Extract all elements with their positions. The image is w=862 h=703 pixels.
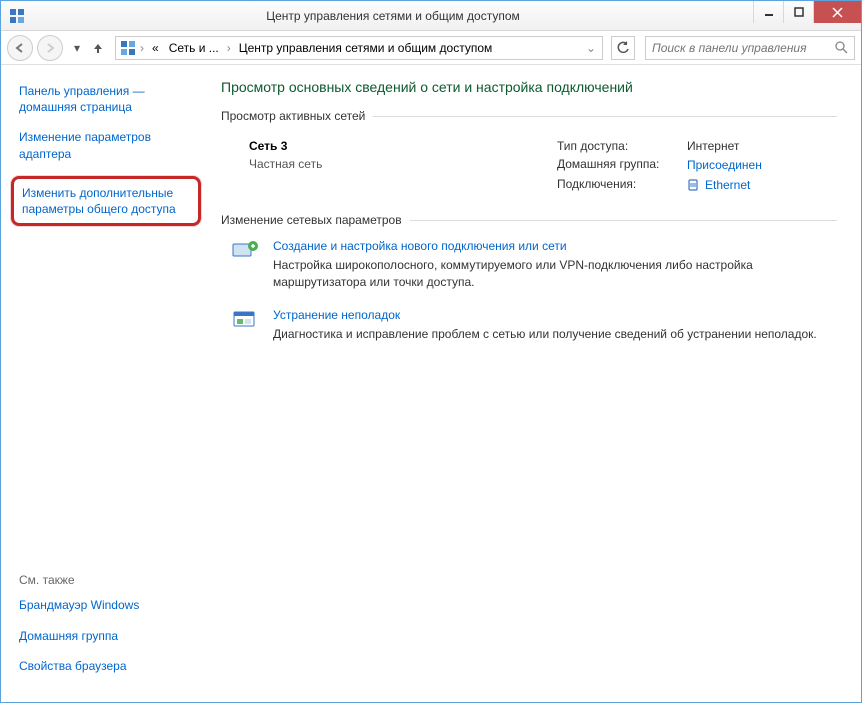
breadcrumb-icon bbox=[120, 40, 136, 56]
sidebar-link-firewall[interactable]: Брандмауэр Windows bbox=[19, 597, 197, 613]
change-settings-header: Изменение сетевых параметров bbox=[221, 213, 837, 227]
body: Панель управления — домашняя страница Из… bbox=[1, 65, 861, 702]
window-controls bbox=[753, 1, 861, 30]
sidebar-link-home[interactable]: Панель управления — домашняя страница bbox=[19, 83, 197, 115]
sidebar: Панель управления — домашняя страница Из… bbox=[1, 65, 211, 702]
troubleshoot-link[interactable]: Устранение неполадок bbox=[273, 308, 817, 322]
divider bbox=[410, 220, 837, 221]
change-list: Создание и настройка нового подключения … bbox=[221, 229, 837, 342]
access-type-value: Интернет bbox=[687, 139, 739, 153]
network-row: Сеть 3 Частная сеть Тип доступа: Интерне… bbox=[221, 125, 837, 207]
troubleshoot-item: Устранение неполадок Диагностика и испра… bbox=[231, 308, 837, 342]
window: Центр управления сетями и общим доступом… bbox=[0, 0, 862, 703]
close-button[interactable] bbox=[813, 1, 861, 23]
connections-label: Подключения: bbox=[557, 177, 687, 193]
sidebar-link-homegroup[interactable]: Домашняя группа bbox=[19, 628, 197, 644]
app-icon bbox=[9, 8, 25, 24]
connection-name: Ethernet bbox=[705, 177, 750, 193]
minimize-button[interactable] bbox=[753, 1, 783, 23]
troubleshoot-desc: Диагностика и исправление проблем с сеть… bbox=[273, 326, 817, 342]
homegroup-label: Домашняя группа: bbox=[557, 157, 687, 173]
refresh-button[interactable] bbox=[611, 36, 635, 60]
chevron-icon: › bbox=[138, 41, 146, 55]
search-input[interactable] bbox=[652, 41, 835, 55]
sidebar-link-advanced-sharing[interactable]: Изменить дополнительные параметры общего… bbox=[11, 176, 201, 226]
up-button[interactable] bbox=[91, 41, 111, 55]
troubleshoot-icon bbox=[231, 308, 259, 332]
setup-connection-item: Создание и настройка нового подключения … bbox=[231, 239, 837, 289]
connection-link[interactable]: Ethernet bbox=[687, 177, 750, 193]
navbar: ▾ › « Сеть и ... › Центр управления сетя… bbox=[1, 31, 861, 65]
history-dropdown[interactable]: ▾ bbox=[67, 41, 87, 55]
maximize-button[interactable] bbox=[783, 1, 813, 23]
network-name: Сеть 3 bbox=[249, 139, 557, 153]
search-box[interactable] bbox=[645, 36, 855, 60]
setup-connection-desc: Настройка широкополосного, коммутируемог… bbox=[273, 257, 837, 289]
search-icon bbox=[835, 41, 848, 54]
breadcrumb-prefix[interactable]: « bbox=[148, 41, 163, 55]
access-type-label: Тип доступа: bbox=[557, 139, 687, 153]
see-also-heading: См. также bbox=[19, 573, 197, 587]
active-networks-label: Просмотр активных сетей bbox=[221, 109, 365, 123]
setup-connection-link[interactable]: Создание и настройка нового подключения … bbox=[273, 239, 837, 253]
see-also: См. также Брандмауэр Windows Домашняя гр… bbox=[19, 573, 197, 688]
network-type: Частная сеть bbox=[249, 157, 557, 171]
content: Просмотр основных сведений о сети и наст… bbox=[211, 65, 861, 702]
breadcrumb-dropdown[interactable]: ⌄ bbox=[584, 41, 598, 55]
titlebar: Центр управления сетями и общим доступом bbox=[1, 1, 861, 31]
sidebar-link-adapter[interactable]: Изменение параметров адаптера bbox=[19, 129, 197, 161]
forward-button[interactable] bbox=[37, 35, 63, 61]
network-identity: Сеть 3 Частная сеть bbox=[249, 139, 557, 197]
network-details: Тип доступа: Интернет Домашняя группа: П… bbox=[557, 139, 837, 197]
ethernet-icon bbox=[687, 178, 699, 192]
back-button[interactable] bbox=[7, 35, 33, 61]
active-networks-header: Просмотр активных сетей bbox=[221, 109, 837, 123]
setup-connection-icon bbox=[231, 239, 259, 263]
breadcrumb-seg-current[interactable]: Центр управления сетями и общим доступом bbox=[235, 41, 497, 55]
breadcrumb[interactable]: › « Сеть и ... › Центр управления сетями… bbox=[115, 36, 603, 60]
change-settings-label: Изменение сетевых параметров bbox=[221, 213, 402, 227]
divider bbox=[373, 116, 837, 117]
page-heading: Просмотр основных сведений о сети и наст… bbox=[221, 79, 837, 95]
homegroup-link[interactable]: Присоединен bbox=[687, 157, 762, 173]
chevron-icon: › bbox=[225, 41, 233, 55]
sidebar-link-browser[interactable]: Свойства браузера bbox=[19, 658, 197, 674]
window-title: Центр управления сетями и общим доступом bbox=[33, 9, 753, 23]
breadcrumb-seg-network[interactable]: Сеть и ... bbox=[165, 41, 223, 55]
